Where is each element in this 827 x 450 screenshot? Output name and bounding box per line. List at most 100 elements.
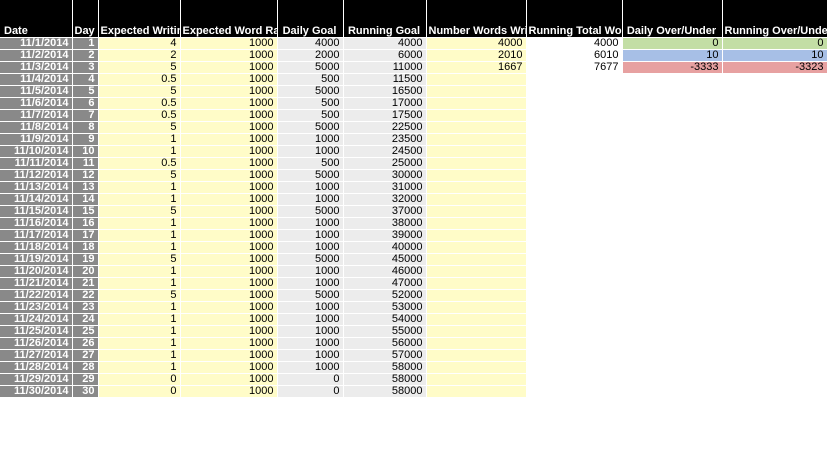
daily-over-under-cell[interactable]: [622, 229, 723, 242]
date-cell[interactable]: 11/29/2014: [0, 373, 73, 386]
running-over-under-cell[interactable]: [722, 277, 827, 290]
running-over-under-cell[interactable]: [722, 265, 827, 278]
running-total-cell[interactable]: [526, 157, 623, 170]
running-goal-cell[interactable]: 38000: [343, 217, 427, 230]
daily-over-under-cell[interactable]: [622, 241, 723, 254]
daily-goal-cell[interactable]: 5000: [277, 85, 344, 98]
date-cell[interactable]: 11/5/2014: [0, 85, 73, 98]
writing-time-cell[interactable]: 0.5: [98, 157, 181, 170]
daily-goal-cell[interactable]: 1000: [277, 313, 344, 326]
header-daily-goal[interactable]: Daily Goal: [277, 0, 344, 38]
running-over-under-cell[interactable]: [722, 205, 827, 218]
day-cell[interactable]: 8: [72, 121, 99, 134]
word-rate-cell[interactable]: 1000: [180, 301, 278, 314]
running-total-cell[interactable]: [526, 289, 623, 302]
word-rate-cell[interactable]: 1000: [180, 337, 278, 350]
daily-goal-cell[interactable]: 2000: [277, 49, 344, 62]
date-cell[interactable]: 11/18/2014: [0, 241, 73, 254]
daily-goal-cell[interactable]: 5000: [277, 205, 344, 218]
day-cell[interactable]: 28: [72, 361, 99, 374]
word-rate-cell[interactable]: 1000: [180, 349, 278, 362]
running-goal-cell[interactable]: 58000: [343, 361, 427, 374]
running-goal-cell[interactable]: 58000: [343, 385, 427, 398]
writing-time-cell[interactable]: 5: [98, 205, 181, 218]
day-cell[interactable]: 9: [72, 133, 99, 146]
daily-over-under-cell[interactable]: [622, 217, 723, 230]
running-goal-cell[interactable]: 39000: [343, 229, 427, 242]
daily-goal-cell[interactable]: 1000: [277, 229, 344, 242]
words-written-cell[interactable]: [426, 157, 527, 170]
writing-time-cell[interactable]: 4: [98, 37, 181, 50]
writing-time-cell[interactable]: 0.5: [98, 73, 181, 86]
day-cell[interactable]: 13: [72, 181, 99, 194]
words-written-cell[interactable]: [426, 109, 527, 122]
words-written-cell[interactable]: [426, 145, 527, 158]
header-date[interactable]: Date: [0, 0, 73, 38]
writing-time-cell[interactable]: 1: [98, 325, 181, 338]
writing-time-cell[interactable]: 1: [98, 241, 181, 254]
date-cell[interactable]: 11/30/2014: [0, 385, 73, 398]
running-goal-cell[interactable]: 17000: [343, 97, 427, 110]
date-cell[interactable]: 11/1/2014: [0, 37, 73, 50]
daily-over-under-cell[interactable]: [622, 277, 723, 290]
word-rate-cell[interactable]: 1000: [180, 121, 278, 134]
date-cell[interactable]: 11/28/2014: [0, 361, 73, 374]
running-goal-cell[interactable]: 22500: [343, 121, 427, 134]
daily-over-under-cell[interactable]: [622, 157, 723, 170]
date-cell[interactable]: 11/11/2014: [0, 157, 73, 170]
running-over-under-cell[interactable]: [722, 181, 827, 194]
date-cell[interactable]: 11/9/2014: [0, 133, 73, 146]
daily-over-under-cell[interactable]: [622, 253, 723, 266]
day-cell[interactable]: 29: [72, 373, 99, 386]
daily-over-under-cell[interactable]: 0: [622, 37, 723, 50]
daily-goal-cell[interactable]: 5000: [277, 121, 344, 134]
running-goal-cell[interactable]: 47000: [343, 277, 427, 290]
running-over-under-cell[interactable]: [722, 97, 827, 110]
daily-over-under-cell[interactable]: [622, 73, 723, 86]
running-total-cell[interactable]: [526, 193, 623, 206]
day-cell[interactable]: 18: [72, 241, 99, 254]
daily-goal-cell[interactable]: 0: [277, 373, 344, 386]
daily-over-under-cell[interactable]: [622, 85, 723, 98]
daily-goal-cell[interactable]: 1000: [277, 181, 344, 194]
words-written-cell[interactable]: 1667: [426, 61, 527, 74]
running-over-under-cell[interactable]: [722, 385, 827, 398]
day-cell[interactable]: 14: [72, 193, 99, 206]
daily-over-under-cell[interactable]: 10: [622, 49, 723, 62]
running-goal-cell[interactable]: 11500: [343, 73, 427, 86]
words-written-cell[interactable]: [426, 85, 527, 98]
running-over-under-cell[interactable]: [722, 73, 827, 86]
date-cell[interactable]: 11/26/2014: [0, 337, 73, 350]
daily-over-under-cell[interactable]: [622, 205, 723, 218]
running-total-cell[interactable]: 4000: [526, 37, 623, 50]
day-cell[interactable]: 24: [72, 313, 99, 326]
daily-over-under-cell[interactable]: [622, 265, 723, 278]
word-rate-cell[interactable]: 1000: [180, 157, 278, 170]
words-written-cell[interactable]: [426, 181, 527, 194]
header-running-goal[interactable]: Running Goal: [343, 0, 427, 38]
running-total-cell[interactable]: [526, 73, 623, 86]
running-over-under-cell[interactable]: [722, 361, 827, 374]
word-rate-cell[interactable]: 1000: [180, 217, 278, 230]
words-written-cell[interactable]: [426, 73, 527, 86]
day-cell[interactable]: 23: [72, 301, 99, 314]
running-total-cell[interactable]: [526, 361, 623, 374]
writing-time-cell[interactable]: 5: [98, 169, 181, 182]
writing-time-cell[interactable]: 5: [98, 61, 181, 74]
daily-goal-cell[interactable]: 500: [277, 97, 344, 110]
running-total-cell[interactable]: [526, 217, 623, 230]
running-over-under-cell[interactable]: [722, 325, 827, 338]
running-over-under-cell[interactable]: [722, 313, 827, 326]
running-total-cell[interactable]: [526, 385, 623, 398]
running-over-under-cell[interactable]: [722, 121, 827, 134]
running-goal-cell[interactable]: 58000: [343, 373, 427, 386]
date-cell[interactable]: 11/24/2014: [0, 313, 73, 326]
daily-goal-cell[interactable]: 5000: [277, 253, 344, 266]
daily-goal-cell[interactable]: 500: [277, 109, 344, 122]
writing-time-cell[interactable]: 5: [98, 289, 181, 302]
daily-goal-cell[interactable]: 500: [277, 73, 344, 86]
day-cell[interactable]: 10: [72, 145, 99, 158]
word-rate-cell[interactable]: 1000: [180, 145, 278, 158]
writing-time-cell[interactable]: 1: [98, 337, 181, 350]
running-total-cell[interactable]: [526, 265, 623, 278]
